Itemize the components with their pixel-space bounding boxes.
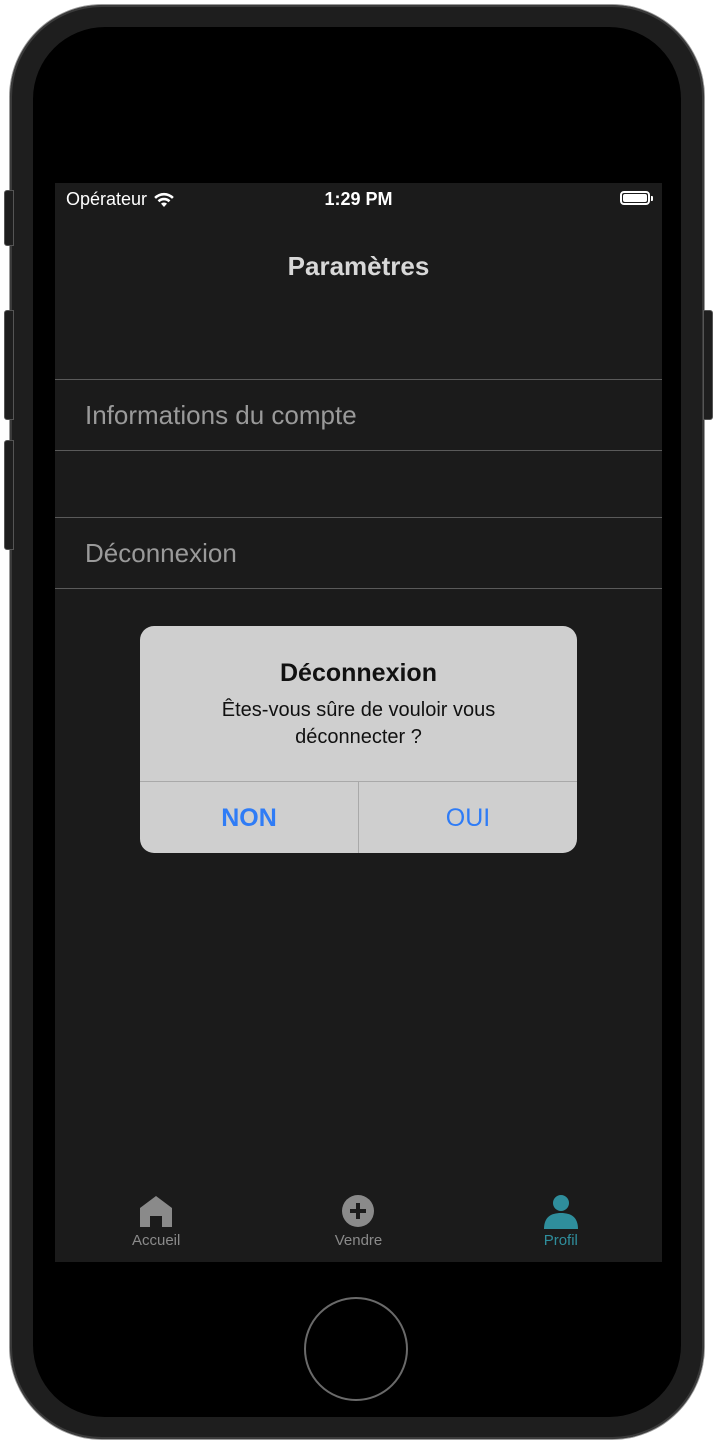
power-button: [703, 310, 713, 420]
tab-vendre[interactable]: Vendre: [257, 1183, 459, 1262]
app-screen: Opérateur 1:29 PM Paramètres Information…: [55, 183, 662, 1262]
mute-switch: [4, 190, 14, 246]
volume-down-button: [4, 440, 14, 550]
settings-item-label: Déconnexion: [85, 538, 237, 568]
alert-message: Êtes-vous sûre de vouloir vous déconnect…: [221, 699, 496, 748]
logout-alert-dialog: Déconnexion Êtes-vous sûre de vouloir vo…: [140, 626, 577, 853]
settings-item-account-info[interactable]: Informations du compte: [55, 379, 662, 451]
home-icon: [140, 1196, 173, 1227]
tab-bar: Accueil Vendre Profil: [55, 1183, 662, 1262]
tab-profil[interactable]: Profil: [460, 1183, 662, 1262]
alert-yes-button[interactable]: OUI: [359, 782, 577, 853]
home-button[interactable]: [304, 1297, 408, 1401]
volume-up-button: [4, 310, 14, 420]
alert-button-row: NON OUI: [140, 781, 577, 853]
status-time: 1:29 PM: [324, 189, 393, 209]
tab-label: Vendre: [334, 1232, 383, 1249]
plus-circle-icon: [342, 1195, 375, 1227]
tab-accueil[interactable]: Accueil: [55, 1183, 257, 1262]
settings-item-label: Informations du compte: [85, 400, 357, 430]
person-icon: [543, 1195, 578, 1229]
tab-label: Profil: [543, 1232, 578, 1249]
page-title: Paramètres: [287, 251, 430, 281]
status-bar: Opérateur 1:29 PM: [55, 183, 662, 217]
tab-label: Accueil: [131, 1232, 181, 1249]
alert-no-button[interactable]: NON: [140, 782, 359, 853]
alert-title: Déconnexion: [280, 659, 437, 687]
battery-icon: [620, 191, 653, 205]
settings-item-logout[interactable]: Déconnexion: [55, 517, 662, 589]
